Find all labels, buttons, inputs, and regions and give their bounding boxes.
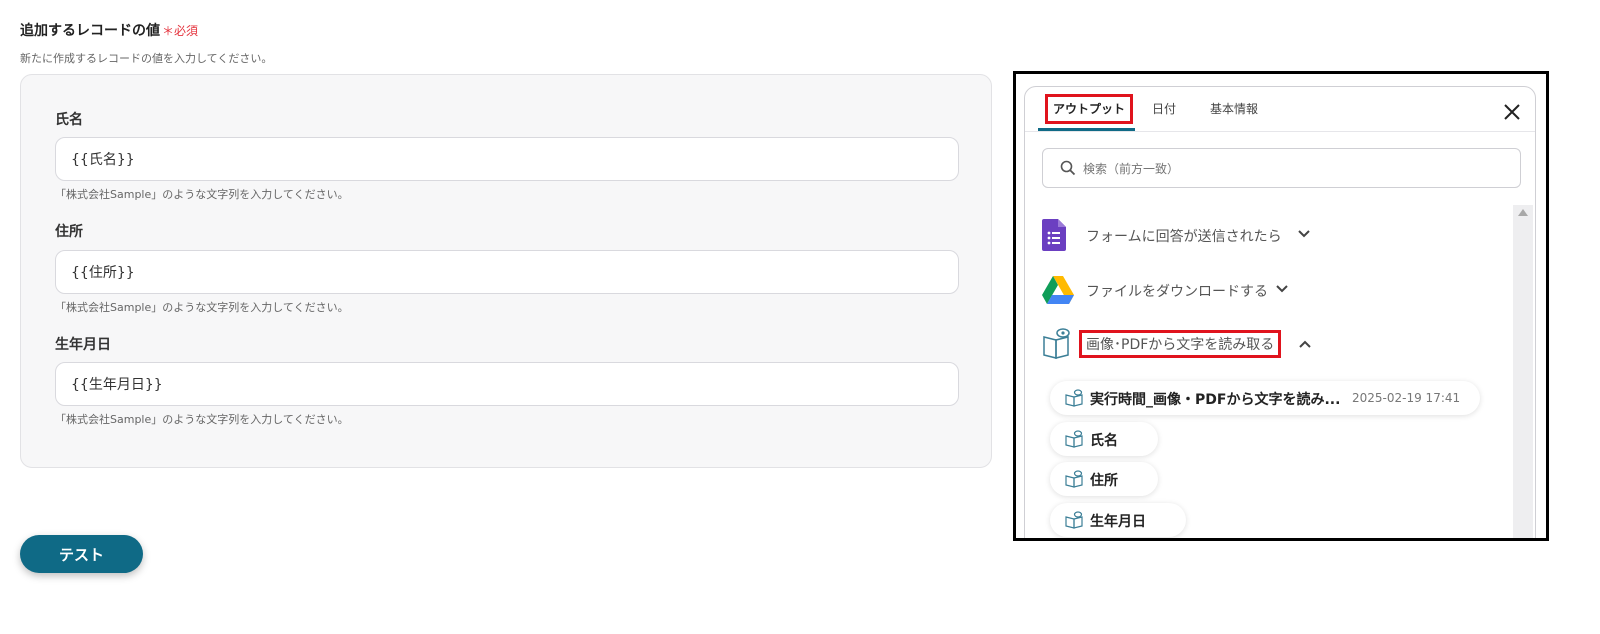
output-item-name[interactable]: 氏名 — [1050, 422, 1158, 456]
group-file-download[interactable]: ファイルをダウンロードする — [1042, 272, 1302, 308]
google-forms-icon — [1042, 219, 1066, 251]
section-title-text: 追加するレコードの値 — [20, 23, 160, 39]
section-description: 新たに作成するレコードの値を入力してください。 — [20, 52, 273, 65]
output-item-execution-time[interactable]: 実行時間_画像・PDFから文字を読み... 2025-02-19 17:41 — [1050, 381, 1480, 415]
required-badge: ＊必須 — [162, 24, 199, 38]
group-label: フォームに回答が送信されたら — [1086, 229, 1282, 245]
ocr-book-icon — [1043, 328, 1070, 359]
ocr-book-icon — [1065, 511, 1083, 529]
output-item-label: 氏名 — [1090, 433, 1118, 449]
chevron-up-icon[interactable] — [1298, 339, 1312, 349]
output-item-label: 住所 — [1090, 473, 1118, 489]
birthdate-input[interactable] — [55, 362, 959, 406]
tab-date[interactable]: 日付 — [1152, 99, 1176, 119]
field-label-address: 住所 — [55, 224, 83, 240]
tab-basic-info[interactable]: 基本情報 — [1210, 99, 1258, 119]
close-icon[interactable] — [1501, 101, 1523, 123]
search-box — [1042, 148, 1521, 189]
group-label: ファイルをダウンロードする — [1086, 284, 1268, 300]
output-item-label: 実行時間_画像・PDFから文字を読み... — [1090, 392, 1341, 408]
ocr-book-icon — [1065, 430, 1083, 448]
google-drive-icon — [1042, 276, 1074, 304]
output-item-date: 2025-02-19 17:41 — [1352, 391, 1461, 405]
chevron-down-icon[interactable] — [1275, 284, 1289, 294]
address-input[interactable] — [55, 250, 959, 294]
group-label-highlighted: 画像･PDFから文字を読み取る — [1079, 330, 1282, 358]
field-label-name: 氏名 — [55, 112, 83, 128]
field-label-birthdate: 生年月日 — [55, 337, 111, 353]
section-title: 追加するレコードの値 ＊必須 — [20, 20, 198, 40]
tab-output[interactable]: アウトプット — [1045, 94, 1134, 124]
address-help-text: 「株式会社Sample」のような文字列を入力してください。 — [55, 301, 349, 314]
scrollbar[interactable] — [1513, 205, 1533, 538]
test-button[interactable]: テスト — [20, 535, 143, 573]
record-values-card: 氏名 「株式会社Sample」のような文字列を入力してください。 住所 「株式会… — [20, 74, 992, 468]
group-form-submitted[interactable]: フォームに回答が送信されたら — [1042, 217, 1322, 253]
ocr-book-icon — [1065, 389, 1083, 407]
output-item-birthdate[interactable]: 生年月日 — [1050, 503, 1186, 537]
tab-divider — [1025, 131, 1535, 132]
birthdate-help-text: 「株式会社Sample」のような文字列を入力してください。 — [55, 413, 349, 426]
group-ocr[interactable]: 画像･PDFから文字を読み取る — [1042, 327, 1332, 363]
name-input[interactable] — [55, 137, 959, 181]
search-input[interactable] — [1081, 149, 1505, 189]
chevron-down-icon[interactable] — [1297, 229, 1311, 239]
name-help-text: 「株式会社Sample」のような文字列を入力してください。 — [55, 188, 349, 201]
output-panel: アウトプット 日付 基本情報 フォームに回 — [1024, 86, 1536, 538]
search-icon — [1060, 160, 1076, 176]
output-item-address[interactable]: 住所 — [1050, 462, 1158, 496]
scroll-up-icon[interactable] — [1518, 209, 1528, 216]
ocr-book-icon — [1065, 470, 1083, 488]
output-panel-frame: アウトプット 日付 基本情報 フォームに回 — [1013, 71, 1549, 541]
output-item-label: 生年月日 — [1090, 514, 1146, 530]
